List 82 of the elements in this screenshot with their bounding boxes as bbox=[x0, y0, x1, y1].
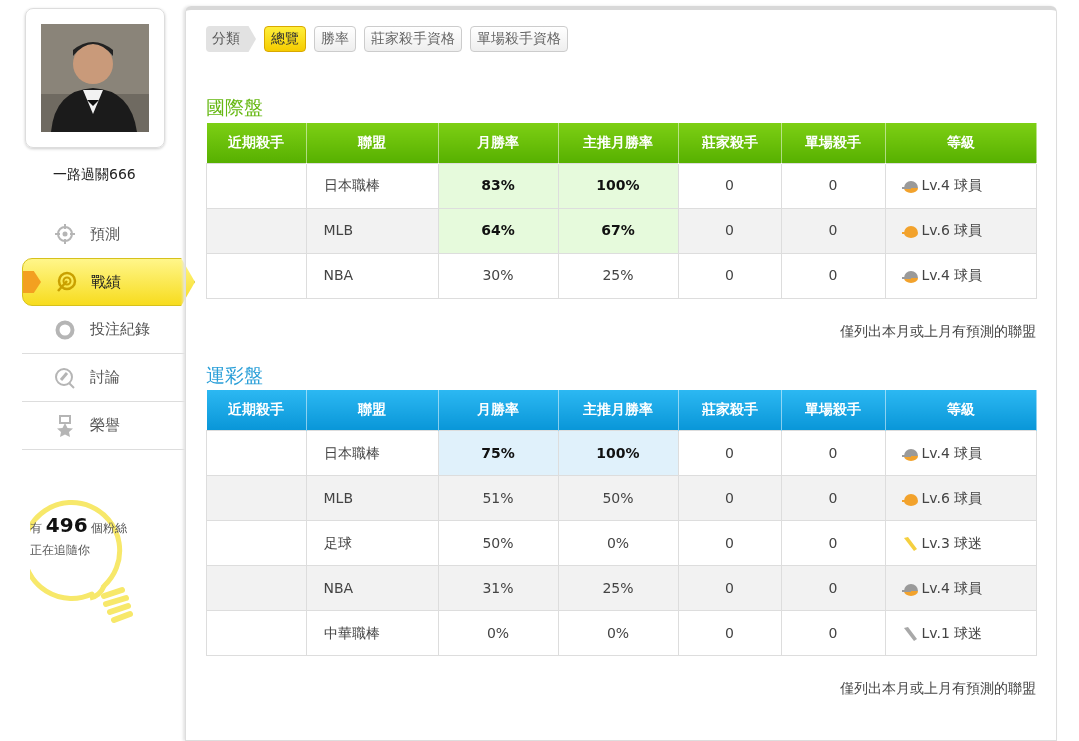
medal-icon bbox=[54, 414, 76, 437]
nav-item[interactable]: 榮譽 bbox=[22, 402, 185, 450]
filter-tab[interactable]: 莊家殺手資格 bbox=[364, 26, 462, 52]
ring-icon bbox=[54, 318, 76, 341]
table-cell: 0 bbox=[781, 208, 885, 254]
table-cell: 64% bbox=[438, 208, 558, 254]
level-label: Lv.4 球員 bbox=[921, 580, 983, 596]
table-cell: 0 bbox=[678, 253, 781, 299]
section-title: 運彩盤 bbox=[206, 363, 264, 387]
table-cell: MLB bbox=[306, 208, 438, 254]
target-icon bbox=[55, 271, 77, 293]
table-cell: 0 bbox=[678, 208, 781, 254]
table-cell: 中華職棒 bbox=[306, 610, 438, 656]
table-cell: 0 bbox=[678, 430, 781, 476]
table-cell: 0 bbox=[781, 430, 885, 476]
table-cell: 0 bbox=[781, 610, 885, 656]
column-header: 聯盟 bbox=[306, 390, 438, 431]
table-cell: NBA bbox=[306, 253, 438, 299]
table-cell: 25% bbox=[558, 565, 678, 611]
filter-tab[interactable]: 勝率 bbox=[314, 26, 356, 52]
table-cell: 50% bbox=[558, 475, 678, 521]
table-cell: 75% bbox=[438, 430, 558, 476]
column-header: 聯盟 bbox=[306, 122, 438, 164]
column-header: 莊家殺手 bbox=[678, 122, 781, 164]
username: 一路過關666 bbox=[53, 166, 136, 184]
nav-item[interactable]: 預測 bbox=[22, 210, 185, 258]
table-cell: 0% bbox=[438, 610, 558, 656]
table-cell: 0% bbox=[558, 610, 678, 656]
table-cell: 0 bbox=[678, 475, 781, 521]
pencil-bubble-icon bbox=[54, 366, 76, 389]
column-header: 月勝率 bbox=[438, 122, 558, 164]
table-cell: 67% bbox=[558, 208, 678, 254]
column-header: 月勝率 bbox=[438, 390, 558, 431]
nav-item[interactable]: 討論 bbox=[22, 354, 185, 402]
filter-tab[interactable]: 總覽 bbox=[264, 26, 306, 52]
target-icon bbox=[54, 223, 76, 245]
level-label: Lv.4 球員 bbox=[921, 267, 983, 284]
note-text: 僅列出本月或上月有預測的聯盟 bbox=[839, 680, 1036, 698]
filter-label: 分類 bbox=[206, 26, 256, 52]
column-header: 等級 bbox=[885, 390, 1037, 431]
nav-item[interactable]: 投注紀錄 bbox=[22, 306, 185, 354]
column-header: 等級 bbox=[885, 122, 1037, 164]
table-cell: 0 bbox=[678, 610, 781, 656]
level-label: Lv.3 球迷 bbox=[921, 534, 983, 551]
table-cell: 100% bbox=[558, 163, 678, 209]
table-cell: 51% bbox=[438, 475, 558, 521]
level-label: Lv.6 球員 bbox=[921, 490, 983, 506]
table-cell: 0 bbox=[781, 565, 885, 611]
table-cell: MLB bbox=[306, 475, 438, 521]
table-cell: 83% bbox=[438, 163, 558, 209]
table-cell: 0 bbox=[781, 520, 885, 566]
table-cell: 0 bbox=[678, 565, 781, 611]
level-label: Lv.6 球員 bbox=[921, 222, 983, 239]
column-header: 近期殺手 bbox=[206, 390, 306, 431]
section-title: 國際盤 bbox=[206, 96, 264, 119]
column-header: 近期殺手 bbox=[206, 122, 306, 164]
table-cell: 0 bbox=[781, 475, 885, 521]
column-header: 主推月勝率 bbox=[558, 122, 678, 164]
table-cell: 0 bbox=[678, 163, 781, 209]
table-cell: 足球 bbox=[306, 520, 438, 566]
table-cell: 0 bbox=[781, 253, 885, 299]
level-label: Lv.1 球迷 bbox=[921, 624, 983, 641]
table-cell: 31% bbox=[438, 565, 558, 611]
table-cell: NBA bbox=[306, 565, 438, 611]
column-header: 單場殺手 bbox=[781, 390, 885, 431]
table-cell: 100% bbox=[558, 430, 678, 476]
table-cell: 50% bbox=[438, 520, 558, 566]
level-label: Lv.4 球員 bbox=[921, 177, 983, 194]
note-text: 僅列出本月或上月有預測的聯盟 bbox=[839, 322, 1036, 340]
table-cell: 30% bbox=[438, 253, 558, 299]
table-cell: 0 bbox=[781, 163, 885, 209]
table-cell: 日本職棒 bbox=[306, 163, 438, 209]
column-header: 主推月勝率 bbox=[558, 390, 678, 431]
column-header: 單場殺手 bbox=[781, 122, 885, 164]
table-cell: 0 bbox=[678, 520, 781, 566]
column-header: 莊家殺手 bbox=[678, 390, 781, 431]
nav-item[interactable]: 戰績 bbox=[22, 258, 195, 306]
level-label: Lv.4 球員 bbox=[921, 445, 983, 461]
table-cell: 0% bbox=[558, 520, 678, 566]
table-cell: 25% bbox=[558, 253, 678, 299]
filter-tab[interactable]: 單場殺手資格 bbox=[470, 26, 568, 52]
table-cell: 日本職棒 bbox=[306, 430, 438, 476]
